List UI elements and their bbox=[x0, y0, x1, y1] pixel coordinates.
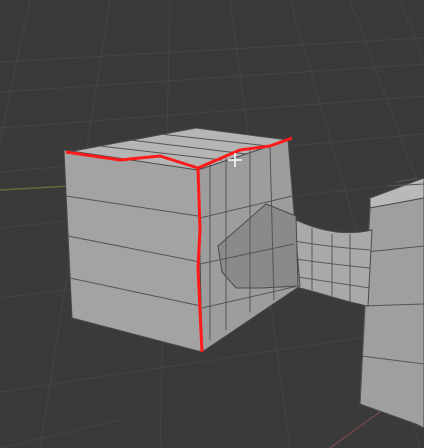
cube-left-front-face[interactable] bbox=[63, 149, 203, 353]
3d-viewport[interactable] bbox=[0, 0, 424, 448]
viewport-canvas[interactable] bbox=[0, 0, 424, 448]
cube-right[interactable] bbox=[359, 177, 424, 429]
